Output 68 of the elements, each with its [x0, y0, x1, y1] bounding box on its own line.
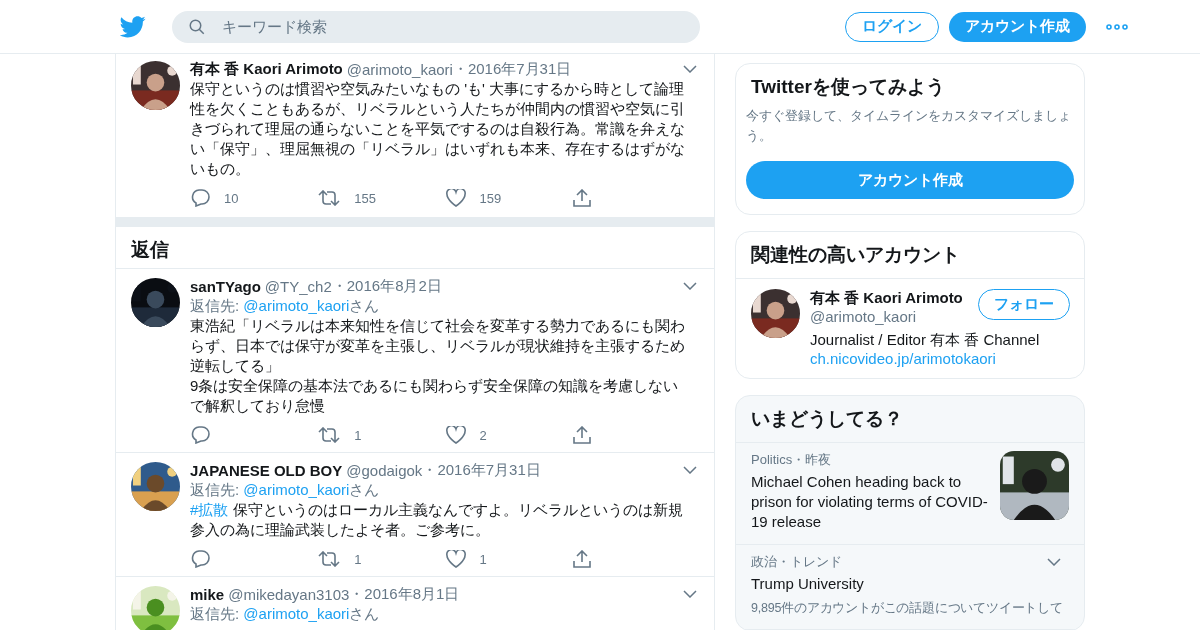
tweet-text: 保守というのは慣習や空気みたいなもの 'も' 大事にするから時として論理性を欠くこともあるが、リベラルという人たちが仲間内の慣習や空気に引きづられて理屈の通らないことを平気でするのは自殺行為。常識を弁えない「保守」、理屈無視の「リベラル」はいずれも本来、存在するはずがないもの。 [190, 79, 686, 179]
heart-icon[interactable] [445, 550, 466, 568]
trend-context: 政治・トレンド [751, 553, 842, 571]
tweet-date[interactable]: ・2016年7月31日 [452, 59, 572, 79]
account-name[interactable]: 有本 香 Kaori Arimoto [810, 289, 978, 308]
user-handle[interactable]: @TY_ch2 [264, 277, 332, 295]
user-handle[interactable]: @mikedayan3103 [228, 585, 350, 603]
user-name[interactable]: 有本 香 Kaori Arimoto [190, 59, 343, 79]
trend-title[interactable]: Michael Cohen heading back to prison for violating terms of COVID-19 release [751, 472, 992, 532]
trend-context: Politics・昨夜 [751, 451, 833, 469]
card-title: Twitterを使ってみよう [750, 75, 946, 99]
trend-title[interactable]: Trump University [751, 574, 1069, 594]
user-handle[interactable]: @godaigok [346, 461, 423, 479]
user-name[interactable]: mike [190, 585, 225, 603]
chevron-down-icon[interactable] [683, 282, 697, 290]
login-button[interactable]: ログイン [845, 11, 939, 42]
signup-text: 今すぐ登録して、タイムラインをカスタマイズしましょう。 [746, 107, 1072, 145]
more-icon[interactable] [1106, 23, 1128, 30]
user-name[interactable]: JAPANESE OLD BOY [190, 461, 343, 479]
mention-link[interactable]: @arimoto_kaori [243, 297, 350, 314]
like-count: 2 [479, 427, 487, 443]
hashtag-link[interactable]: #拡散 [190, 501, 229, 518]
user-name[interactable]: sanTYago [190, 277, 261, 295]
retweet-count: 1 [354, 427, 362, 443]
card-title: いまどうしてる？ [736, 396, 1084, 443]
reply-to-text: 返信先: @arimoto_kaoriさん [190, 480, 381, 500]
follow-button[interactable]: フォロー [978, 289, 1070, 320]
chevron-down-icon[interactable] [683, 590, 697, 598]
share-icon[interactable] [572, 550, 591, 568]
like-count: 1 [479, 551, 487, 567]
heart-icon[interactable] [445, 189, 466, 207]
bird-icon[interactable] [120, 15, 146, 38]
user-handle[interactable]: @arimoto_kaori [346, 60, 453, 78]
retweet-icon[interactable] [318, 427, 341, 443]
search-icon [188, 17, 206, 36]
mention-link[interactable]: @arimoto_kaori [243, 605, 350, 622]
reply-to-text: 返信先: @arimoto_kaoriさん [190, 604, 381, 624]
replies-heading: 返信 [116, 227, 714, 269]
mention-link[interactable]: @arimoto_kaori [243, 481, 350, 498]
reply-icon[interactable] [191, 426, 210, 444]
reply-icon[interactable] [191, 189, 210, 207]
reply-icon[interactable] [191, 550, 210, 568]
account-handle[interactable]: @arimoto_kaori [810, 308, 978, 325]
search-field[interactable]: キーワード検索 [172, 10, 700, 43]
tweet-text: 東浩紀「リベラルは本来知性を信じて社会を変革する勢力であるにも関わらず、日本では保守が変革を主張し、リベラルが現状維持を主張するため逆転してる」 9条は安全保障の基本法であるにも関わらず安全保障の知識を考慮しないで解釈しており怠慢 [190, 316, 686, 416]
profile-link[interactable]: ch.nicovideo.jp/arimotokaori [810, 350, 1069, 367]
signup-button[interactable]: アカウント作成 [746, 161, 1074, 199]
retweet-count: 1 [354, 551, 362, 567]
chevron-down-icon[interactable] [683, 65, 697, 73]
card-title: 関連性の高いアカウント [736, 232, 1084, 279]
chevron-down-icon[interactable] [683, 466, 697, 474]
tweet-date[interactable]: ・2016年7月31日 [422, 460, 541, 480]
tweet-text: #拡散 保守というのはローカル主義なんですよ。リベラルというのは新規参入の為に理論武装したよそ者。ご参考に。 [190, 500, 684, 540]
reply-to-text: 返信先: @arimoto_kaoriさん [190, 296, 381, 316]
share-icon[interactable] [572, 189, 591, 207]
retweet-icon[interactable] [318, 190, 341, 206]
account-bio: Journalist / Editor 有本 香 Channel [810, 331, 1041, 350]
share-icon[interactable] [572, 426, 591, 444]
retweet-count: 155 [354, 190, 376, 206]
trend-description: 9,895件のアカウントがこの話題についてツイートして [751, 600, 1064, 617]
signup-button[interactable]: アカウント作成 [949, 11, 1086, 42]
tweet-date[interactable]: ・2016年8月1日 [349, 584, 460, 604]
retweet-icon[interactable] [318, 551, 341, 567]
chevron-down-icon[interactable] [1047, 558, 1061, 566]
tweet-date[interactable]: ・2016年8月2日 [331, 276, 442, 296]
like-count: 159 [479, 190, 502, 206]
reply-count: 10 [224, 190, 239, 206]
heart-icon[interactable] [445, 426, 466, 444]
